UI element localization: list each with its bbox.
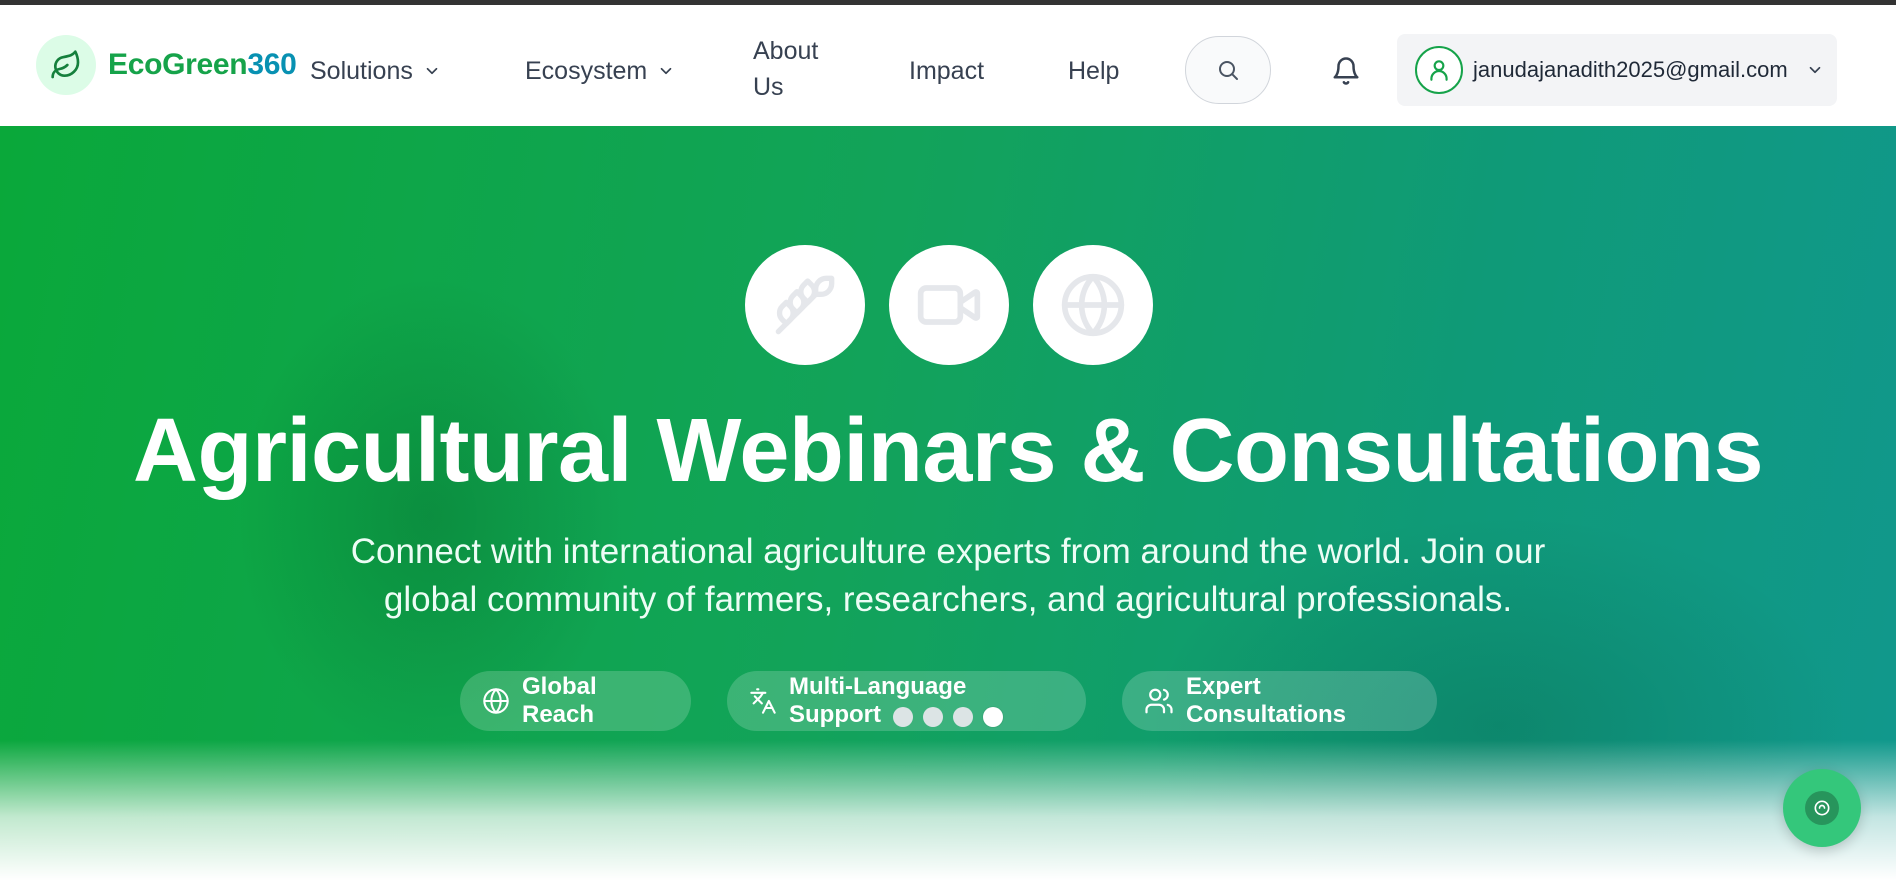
chevron-down-icon xyxy=(1806,61,1824,79)
wheat-icon xyxy=(745,245,865,365)
video-camera-icon xyxy=(889,245,1009,365)
search-icon xyxy=(1216,58,1240,82)
hero-subtitle-line2: global community of farmers, researchers… xyxy=(383,580,1513,619)
feature-pill-expert-consultations: Expert Consultations xyxy=(1122,671,1437,731)
carousel-dot-2[interactable] xyxy=(923,707,943,727)
user-email: janudajanadith2025@gmail.com xyxy=(1473,57,1788,82)
chevron-down-icon xyxy=(657,62,675,80)
user-menu[interactable]: janudajanadith2025@gmail.com xyxy=(1397,34,1837,106)
leaf-icon xyxy=(36,35,96,95)
nav-help-label: Help xyxy=(1068,56,1120,85)
brand-name-360: 360 xyxy=(247,48,297,81)
bell-icon[interactable] xyxy=(1330,53,1362,89)
brand-name-eco: EcoGreen xyxy=(108,48,248,81)
nav-help[interactable]: Help xyxy=(1068,51,1119,91)
hero-subtitle: Connect with international agriculture e… xyxy=(298,528,1598,624)
nav-about-us[interactable]: About Us xyxy=(753,33,843,105)
hero-bottom-fade xyxy=(0,740,1896,880)
nav-solutions-label: Solutions xyxy=(310,56,413,85)
nav-ecosystem[interactable]: Ecosystem xyxy=(525,51,675,91)
nav-impact-label: Impact xyxy=(909,56,985,85)
feature-pill-global-reach: Global Reach xyxy=(460,671,691,731)
carousel-dot-4[interactable] xyxy=(983,707,1003,727)
hero-subtitle-line1: Connect with international agriculture e… xyxy=(350,532,1546,571)
hero-title: Agricultural Webinars & Consultations xyxy=(132,401,1764,501)
chat-assistant-button[interactable] xyxy=(1783,769,1861,847)
chevron-down-icon xyxy=(423,62,441,80)
globe-icon xyxy=(482,687,510,715)
carousel-indicators xyxy=(893,707,1013,727)
carousel-dot-1[interactable] xyxy=(893,707,913,727)
nav-ecosystem-label: Ecosystem xyxy=(525,56,648,85)
brand[interactable]: EcoGreen360 xyxy=(36,35,297,95)
users-icon xyxy=(1144,686,1174,716)
chat-bot-icon xyxy=(1805,791,1839,825)
translate-icon xyxy=(749,687,777,715)
user-avatar-icon xyxy=(1415,46,1463,94)
feature-pill-label: Expert Consultations xyxy=(1186,673,1346,728)
hero-banner: Agricultural Webinars & Consultations Co… xyxy=(0,126,1896,880)
nav-about-line2: Us xyxy=(753,73,784,101)
carousel-dot-3[interactable] xyxy=(953,707,973,727)
nav-solutions[interactable]: Solutions xyxy=(310,51,441,91)
brand-name: EcoGreen360 xyxy=(108,48,297,82)
nav-impact[interactable]: Impact xyxy=(909,51,984,91)
navbar: EcoGreen360 Solutions Ecosystem About Us… xyxy=(0,5,1896,126)
nav-about-line1: About xyxy=(753,37,819,65)
feature-pill-label: Global Reach xyxy=(522,673,597,728)
search-button[interactable] xyxy=(1185,36,1271,104)
globe-icon xyxy=(1033,245,1153,365)
